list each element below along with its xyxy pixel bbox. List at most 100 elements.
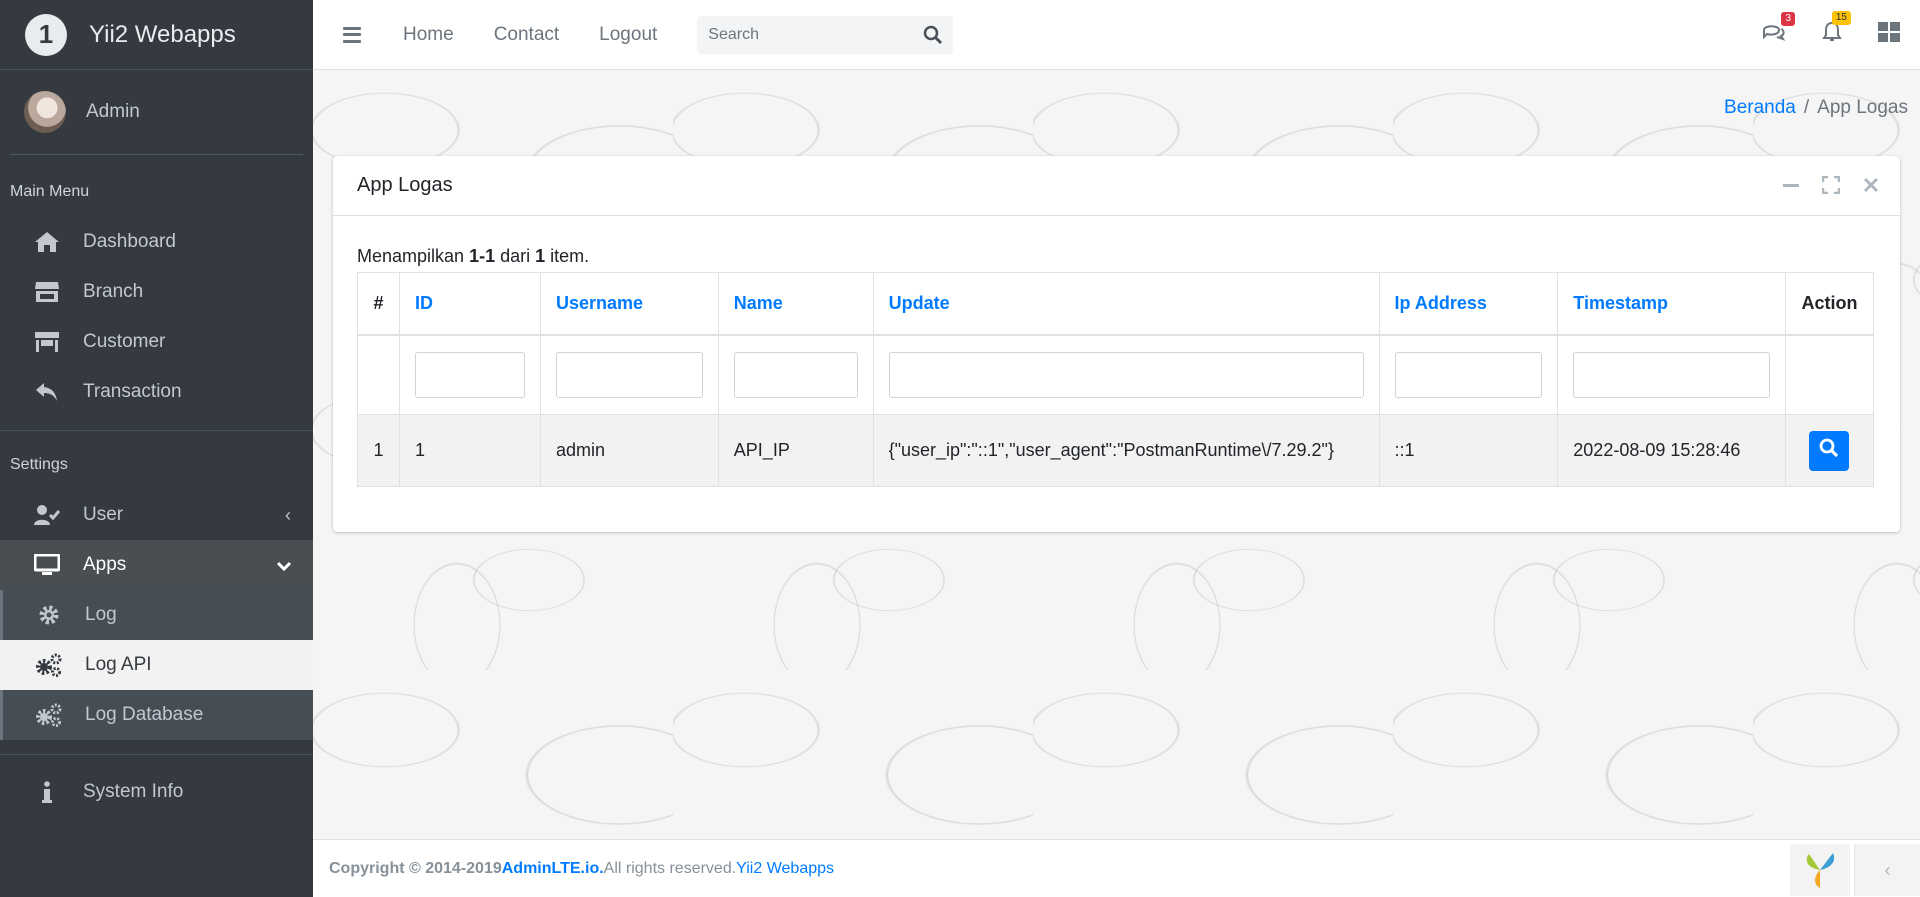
filter-update-input[interactable] (888, 351, 1364, 398)
column-header-update[interactable]: Update (872, 272, 1380, 336)
footer-app-link[interactable]: Yii2 Webapps (736, 860, 834, 878)
sidebar-item-label: Log API (85, 654, 152, 675)
messages-button[interactable]: 3 (1762, 12, 1795, 48)
filter-ip-input[interactable] (1394, 351, 1543, 398)
sidebar-item-system-info[interactable]: System Info (0, 767, 313, 817)
sidebar-item-log-database[interactable]: Log Database (0, 690, 313, 740)
filter-name-input[interactable] (733, 351, 858, 398)
column-header-ip-address[interactable]: Ip Address (1378, 272, 1559, 336)
messages-badge: 3 (1781, 12, 1795, 26)
main-footer: Copyright © 2014-2019 AdminLTE.io. All r… (313, 839, 1920, 897)
top-navbar: Home Contact Logout Search 3 15 (313, 0, 1920, 70)
table-row: 1 1 admin API_IP {"user_ip":"::1","user_… (357, 414, 1875, 487)
cell-username: admin (539, 414, 719, 487)
sidebar-item-transaction[interactable]: Transaction (0, 367, 313, 417)
card-title: App Logas (357, 174, 453, 196)
filter-cell (398, 334, 541, 415)
logs-table: # ID Username Name Update Ip Address Tim… (357, 272, 1875, 487)
column-header-id[interactable]: ID (398, 272, 541, 336)
filter-username-input[interactable] (555, 351, 703, 398)
filter-cell (872, 334, 1380, 415)
filter-cell (1557, 334, 1786, 415)
column-header-action: Action (1784, 272, 1875, 336)
avatar (24, 91, 66, 133)
home-icon (33, 228, 61, 256)
sidebar-item-log-api[interactable]: Log API (0, 640, 313, 690)
filter-cell-empty (357, 334, 400, 415)
notifications-badge: 15 (1831, 11, 1851, 25)
sidebar-item-label: System Info (83, 781, 184, 802)
minimize-icon[interactable] (1782, 176, 1800, 200)
brand-link[interactable]: 1 Yii2 Webapps (0, 0, 313, 70)
filter-id-input[interactable] (414, 351, 525, 398)
column-header-timestamp[interactable]: Timestamp (1557, 272, 1786, 336)
column-header-name[interactable]: Name (717, 272, 874, 336)
footer-adminlte-link[interactable]: AdminLTE.io. (502, 860, 604, 878)
filter-cell (539, 334, 719, 415)
maximize-icon[interactable] (1821, 175, 1841, 200)
nav-link-contact[interactable]: Contact (494, 24, 559, 46)
brand-logo: 1 (25, 13, 67, 56)
user-panel[interactable]: Admin (10, 70, 303, 155)
content-wrapper: Beranda / App Logas App Logas Menampilkan … (313, 70, 1920, 839)
sidebar-item-label: Log (85, 604, 117, 625)
search-icon (1819, 438, 1839, 463)
menu-toggle-icon[interactable] (343, 26, 361, 43)
filter-timestamp-input[interactable] (1573, 351, 1770, 398)
card-tools (1782, 175, 1880, 200)
notifications-button[interactable]: 15 (1822, 11, 1851, 49)
sidebar-divider (0, 430, 313, 431)
filter-cell (1378, 334, 1559, 415)
undo-icon (33, 378, 61, 406)
nav-link-home[interactable]: Home (403, 24, 454, 46)
grid-summary: Menampilkan 1-1 dari 1 item. (357, 246, 590, 266)
sidebar-item-label: Branch (83, 281, 144, 302)
app-logs-card: App Logas Menampilkan 1-1 dari 1 item. #… (333, 156, 1900, 532)
cell-name: API_IP (717, 414, 874, 487)
sidebar-item-user[interactable]: User ‹ (0, 490, 313, 540)
navbar-right: 3 15 (1726, 0, 1900, 70)
chevron-left-icon: ‹ (1884, 859, 1891, 880)
search-icon[interactable] (923, 25, 943, 50)
footer-copyright: Copyright © 2014-2019 (329, 859, 502, 877)
column-header-number: # (357, 272, 400, 336)
sidebar-item-label: Customer (83, 331, 166, 352)
nav-header-settings: Settings (10, 456, 68, 473)
sidebar-item-branch[interactable]: Branch (0, 267, 313, 317)
sidebar-item-dashboard[interactable]: Dashboard (0, 217, 313, 267)
cell-id: 1 (398, 414, 541, 487)
sidebar-item-label: Dashboard (83, 231, 176, 252)
breadcrumb-current: App Logas (1817, 97, 1908, 118)
control-sidebar-toggle[interactable]: ‹ (1854, 844, 1920, 896)
sidebar-item-label: User (83, 504, 124, 525)
nav-header-main: Main Menu (10, 183, 90, 200)
cogs-icon (35, 701, 63, 729)
close-icon[interactable] (1862, 176, 1880, 200)
sidebar-item-customer[interactable]: Customer (0, 317, 313, 367)
store-alt-icon (33, 328, 61, 356)
sidebar-item-label: Apps (83, 554, 127, 575)
filter-cell (717, 334, 874, 415)
view-button[interactable] (1809, 430, 1850, 471)
bell-icon (1822, 21, 1842, 48)
apps-grid-button[interactable] (1878, 22, 1900, 48)
sidebar-item-apps[interactable]: Apps (0, 540, 313, 590)
info-icon (33, 778, 61, 806)
sidebar-item-log[interactable]: Log (0, 590, 313, 640)
user-check-icon (33, 501, 61, 529)
column-header-username[interactable]: Username (539, 272, 719, 336)
sidebar: 1 Yii2 Webapps Admin Main Menu Dashboard… (0, 0, 313, 897)
search-placeholder: Search (708, 25, 759, 43)
search-input[interactable]: Search (697, 15, 954, 54)
sidebar-item-label: Log Database (85, 704, 204, 725)
cog-icon (35, 601, 63, 629)
brand-name: Yii2 Webapps (89, 20, 236, 48)
cogs-icon (35, 651, 63, 679)
nav-link-logout[interactable]: Logout (599, 24, 657, 46)
cell-number: 1 (357, 414, 400, 487)
filter-row (357, 334, 1875, 415)
desktop-icon (33, 551, 61, 579)
chevron-down-icon (276, 555, 292, 576)
table-header-row: # ID Username Name Update Ip Address Tim… (357, 272, 1875, 336)
breadcrumb-home[interactable]: Beranda (1724, 97, 1796, 118)
